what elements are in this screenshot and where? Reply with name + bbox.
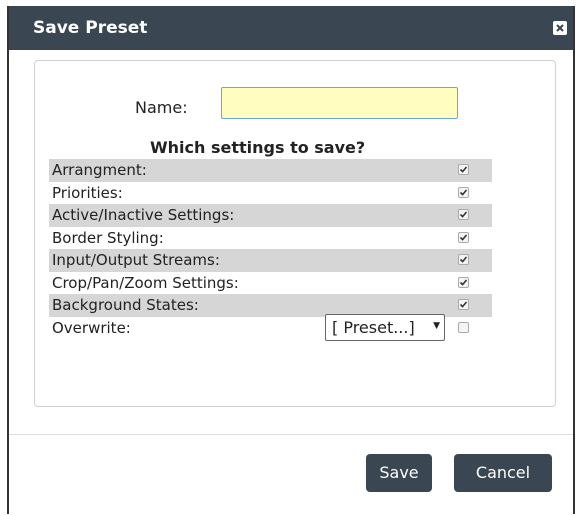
- border-styling-checkbox[interactable]: [458, 231, 469, 243]
- setting-row-crop-pan-zoom: Crop/Pan/Zoom Settings:: [49, 272, 492, 295]
- section-title: Which settings to save?: [150, 138, 366, 157]
- footer-divider: [9, 434, 573, 435]
- setting-row-border-styling: Border Styling:: [49, 227, 492, 250]
- save-preset-dialog: Save Preset Name: Which settings to save…: [7, 6, 575, 514]
- setting-label: Arrangment:: [52, 161, 147, 179]
- close-icon: [556, 24, 564, 32]
- dialog-titlebar: Save Preset: [9, 6, 573, 50]
- arrangment-checkbox[interactable]: [458, 164, 469, 175]
- settings-list: Arrangment: Priorities: Active/Inactive …: [49, 159, 492, 341]
- checkmark-icon: [459, 166, 468, 173]
- checkmark-icon: [459, 256, 468, 263]
- setting-label: Crop/Pan/Zoom Settings:: [52, 273, 239, 292]
- settings-panel: Name: Which settings to save? Arrangment…: [34, 60, 556, 407]
- preset-select-value: [ Preset...]: [332, 317, 415, 337]
- active-inactive-checkbox[interactable]: [458, 209, 469, 220]
- preset-select[interactable]: [ Preset...] ▼: [325, 313, 445, 341]
- setting-row-io-streams: Input/Output Streams:: [49, 249, 492, 272]
- io-streams-checkbox[interactable]: [458, 254, 469, 265]
- save-button[interactable]: Save: [366, 454, 432, 492]
- checkmark-icon: [459, 278, 468, 286]
- name-label: Name:: [135, 98, 188, 117]
- checkmark-icon: [459, 211, 468, 218]
- overwrite-checkbox[interactable]: [458, 321, 469, 333]
- dialog-title: Save Preset: [33, 18, 148, 38]
- setting-row-arrangment: Arrangment:: [49, 159, 492, 182]
- checkmark-icon: [459, 301, 468, 308]
- cancel-button[interactable]: Cancel: [454, 454, 552, 492]
- overwrite-label: Overwrite:: [52, 318, 131, 337]
- setting-label: Input/Output Streams:: [52, 251, 220, 269]
- setting-label: Border Styling:: [52, 228, 164, 247]
- name-input[interactable]: [221, 87, 458, 119]
- chevron-down-icon: ▼: [433, 320, 440, 331]
- setting-row-overwrite: Overwrite: [ Preset...] ▼: [49, 313, 492, 341]
- checkmark-icon: [459, 188, 468, 196]
- setting-row-active-inactive: Active/Inactive Settings:: [49, 204, 492, 227]
- setting-label: Background States:: [52, 296, 199, 314]
- setting-label: Active/Inactive Settings:: [52, 206, 235, 224]
- checkmark-icon: [459, 233, 468, 241]
- setting-label: Priorities:: [52, 183, 123, 202]
- crop-pan-zoom-checkbox[interactable]: [458, 276, 469, 288]
- priorities-checkbox[interactable]: [458, 186, 469, 198]
- close-button[interactable]: [553, 21, 567, 35]
- background-states-checkbox[interactable]: [458, 299, 469, 310]
- setting-row-priorities: Priorities:: [49, 182, 492, 205]
